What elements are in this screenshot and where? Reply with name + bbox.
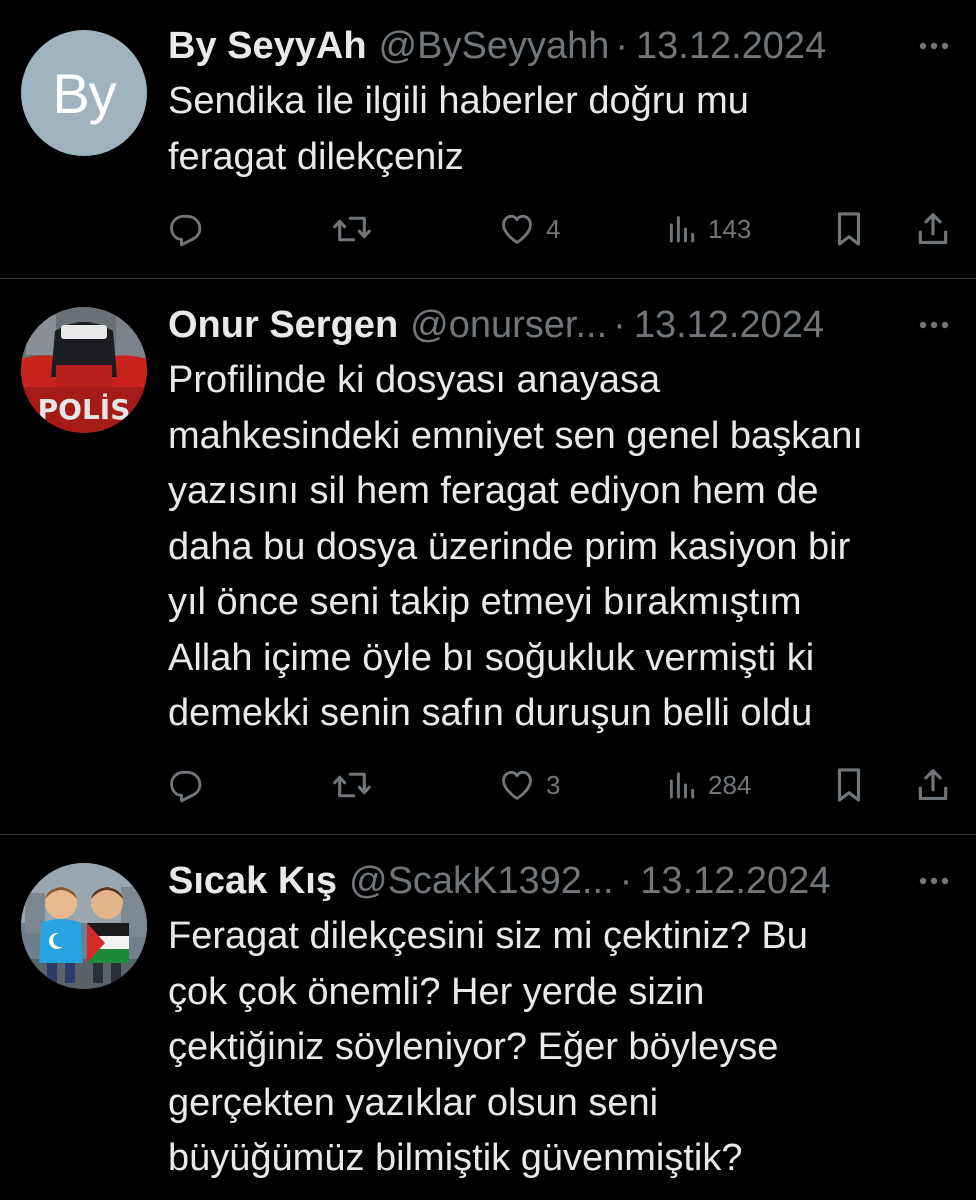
tweet-text-line: daha bu dosya üzerinde prim kasiyon bir (168, 525, 851, 568)
tweet-text-line: çok çok önemli? Her yerde sizin (168, 970, 705, 1013)
reply-button[interactable] (166, 209, 204, 249)
reply-icon (166, 766, 204, 804)
more-icon[interactable] (914, 26, 954, 66)
views-icon (666, 769, 698, 801)
tweet-text-line: mahkesindeki emniyet sen genel başkanı (168, 414, 863, 457)
bookmark-icon (832, 210, 866, 248)
tweet-text: Sendika ile ilgili haberler doğru mu fer… (168, 74, 956, 185)
reply-button[interactable] (166, 765, 204, 805)
heart-icon (498, 766, 536, 804)
tweet-header: Sıcak Kış @ScakK1392... · 13.12.2024 (168, 857, 956, 905)
timeline-feed: By By SeyyAh @BySeyyahh · 13.12.2024 Sen… (0, 0, 976, 1200)
like-button[interactable]: 4 (498, 209, 560, 249)
display-name[interactable]: By SeyyAh (168, 25, 367, 68)
reply-icon (166, 210, 204, 248)
like-count: 3 (546, 769, 561, 800)
heart-icon (498, 210, 536, 248)
police-avatar-icon: POLİS (21, 307, 147, 433)
like-count: 4 (546, 213, 561, 244)
bookmark-icon (832, 766, 866, 804)
tweet-text-line: yazısını sil hem feragat ediyon hem de (168, 470, 819, 512)
view-count: 284 (708, 769, 752, 800)
share-icon (914, 766, 952, 804)
more-icon[interactable] (914, 305, 954, 345)
svg-text:POLİS: POLİS (38, 392, 131, 426)
retweet-button[interactable] (332, 765, 372, 805)
tweet-text: Feragat dilekçesini siz mi çektiniz? Bu … (168, 909, 956, 1187)
tweet[interactable]: Sıcak Kış @ScakK1392... · 13.12.2024 Fer… (0, 834, 976, 1200)
tweet[interactable]: POLİS Onur Sergen @onurser... · 13.12.20… (0, 278, 976, 834)
retweet-button[interactable] (332, 209, 372, 249)
views-button[interactable]: 284 (666, 765, 751, 805)
user-handle[interactable]: @ScakK1392... (349, 860, 614, 903)
separator-dot: · (615, 24, 629, 67)
tweet-text: Profilinde ki dosyası anayasa mahkesinde… (168, 353, 956, 742)
tweet-text-line: gerçekten yazıklar olsun seni (168, 1081, 659, 1124)
bookmark-button[interactable] (832, 765, 866, 805)
tweet-actions: 3 284 (166, 765, 956, 805)
tweet-header: Onur Sergen @onurser... · 13.12.2024 (168, 301, 956, 349)
share-button[interactable] (914, 765, 952, 805)
avatar[interactable]: POLİS (21, 307, 147, 433)
avatar[interactable]: By (21, 30, 147, 156)
tweet-actions: 4 143 (166, 209, 956, 249)
tweet-text-line: Sendika ile ilgili haberler doğru mu (168, 80, 749, 122)
avatar-initials: By (52, 61, 116, 125)
tweet-text-line: feragat dilekçeniz (168, 135, 464, 178)
avatar[interactable] (21, 863, 147, 989)
tweet-text-line: Feragat dilekçesini siz mi çektiniz? Bu (168, 915, 808, 957)
tweet-text-line: yıl önce seni takip etmeyi bırakmıştım (168, 581, 802, 623)
share-button[interactable] (914, 209, 952, 249)
two-children-flags-avatar-icon (21, 863, 147, 989)
user-handle[interactable]: @onurser... (410, 304, 607, 347)
display-name[interactable]: Onur Sergen (168, 304, 398, 347)
tweet-header: By SeyyAh @BySeyyahh · 13.12.2024 (168, 22, 956, 70)
bookmark-button[interactable] (832, 209, 866, 249)
user-handle[interactable]: @BySeyyahh (379, 25, 610, 68)
separator-dot: · (613, 303, 626, 346)
share-icon (914, 210, 952, 248)
retweet-icon (332, 766, 372, 804)
views-icon (666, 213, 698, 245)
tweet-text-line: büyüğümüz bilmiştik güvenmiştik? (168, 1137, 743, 1179)
tweet-date[interactable]: 13.12.2024 (636, 25, 826, 68)
tweet[interactable]: By By SeyyAh @BySeyyahh · 13.12.2024 Sen… (0, 0, 976, 278)
tweet-text-line: demekki senin safın duruşun belli oldu (168, 692, 813, 734)
more-icon[interactable] (914, 861, 954, 901)
tweet-text-line: çektiğiniz söyleniyor? Eğer böyleyse (168, 1026, 779, 1068)
views-button[interactable]: 143 (666, 209, 751, 249)
retweet-icon (332, 210, 372, 248)
tweet-date[interactable]: 13.12.2024 (634, 304, 824, 347)
view-count: 143 (708, 213, 752, 244)
tweet-text-line: Allah içime öyle bı soğukluk vermişti ki (168, 636, 815, 679)
display-name[interactable]: Sıcak Kış (168, 860, 337, 903)
tweet-date[interactable]: 13.12.2024 (640, 860, 830, 903)
separator-dot: · (619, 859, 633, 902)
like-button[interactable]: 3 (498, 765, 560, 805)
tweet-text-line: Profilinde ki dosyası anayasa (168, 359, 661, 401)
